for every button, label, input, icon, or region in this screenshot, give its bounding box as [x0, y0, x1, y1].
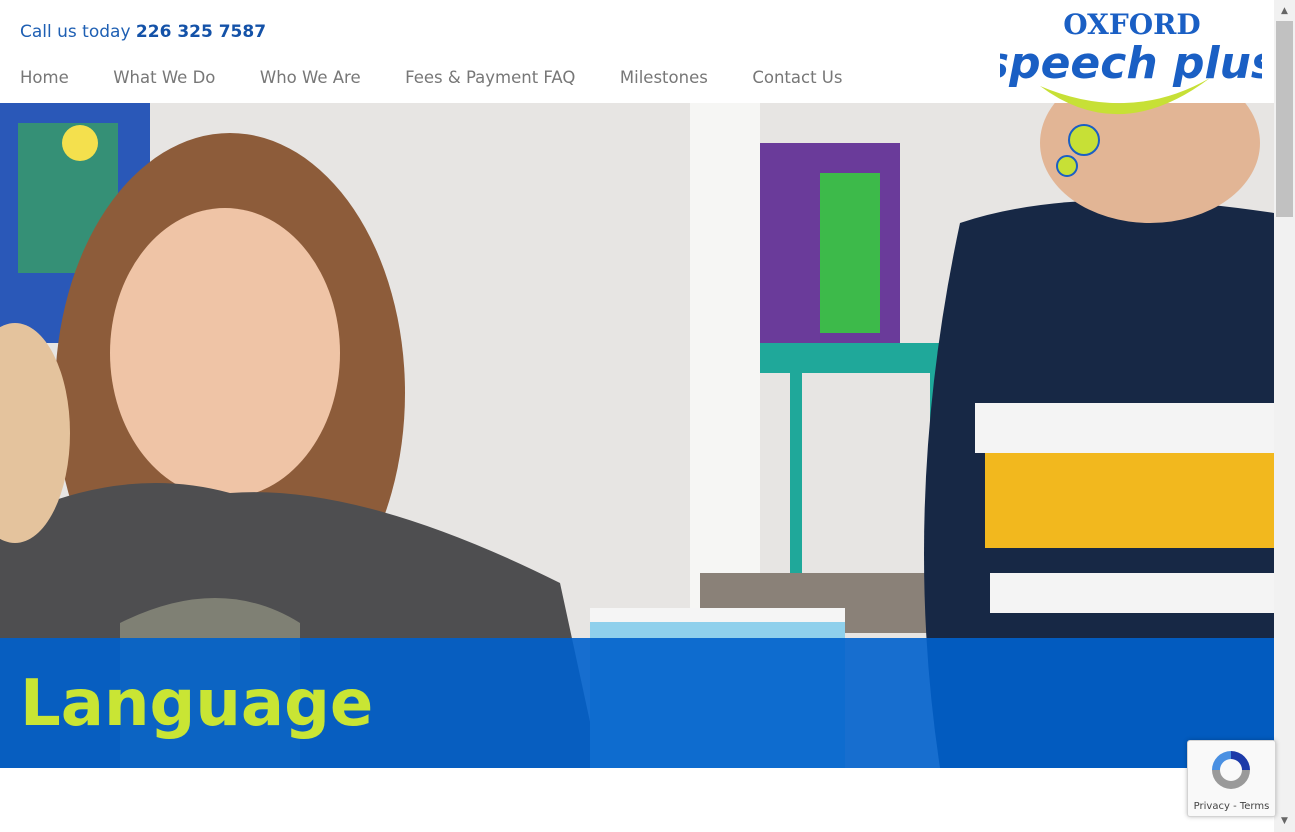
hero-banner: Language [0, 103, 1274, 768]
page-title: Language [20, 667, 374, 741]
nav-contact-us[interactable]: Contact Us [752, 68, 842, 87]
main-nav: Home What We Do Who We Are Fees & Paymen… [20, 68, 887, 87]
door-frame [690, 103, 760, 623]
oxford-speech-plus-logo[interactable]: OXFORD speech plus [1000, 6, 1262, 184]
call-prefix: Call us today [20, 22, 131, 42]
recaptcha-badge[interactable]: Privacy - Terms [1187, 740, 1276, 817]
recaptcha-separator: - [1229, 801, 1240, 812]
logo-line2: speech plus [1000, 38, 1262, 89]
scroll-down-arrow-icon[interactable]: ▼ [1274, 813, 1295, 829]
nav-what-we-do[interactable]: What We Do [113, 68, 215, 87]
nav-who-we-are[interactable]: Who We Are [260, 68, 361, 87]
logo-line1: OXFORD [1063, 8, 1200, 41]
call-us: Call us today 226 325 7587 [20, 22, 266, 42]
phone-link[interactable]: 226 325 7587 [136, 22, 266, 42]
bubble-small-icon [1056, 155, 1078, 177]
recaptcha-privacy-link[interactable]: Privacy [1194, 801, 1230, 812]
bubble-large-icon [1068, 124, 1100, 156]
recaptcha-links: Privacy - Terms [1188, 801, 1275, 812]
recaptcha-terms-link[interactable]: Terms [1240, 801, 1269, 812]
recaptcha-icon [1212, 751, 1250, 789]
woman-face [110, 208, 340, 498]
scroll-up-arrow-icon[interactable]: ▲ [1274, 3, 1295, 19]
nav-milestones[interactable]: Milestones [620, 68, 708, 87]
nav-fees-payment-faq[interactable]: Fees & Payment FAQ [405, 68, 575, 87]
scrollbar-thumb[interactable] [1276, 21, 1293, 217]
nav-home[interactable]: Home [20, 68, 69, 87]
